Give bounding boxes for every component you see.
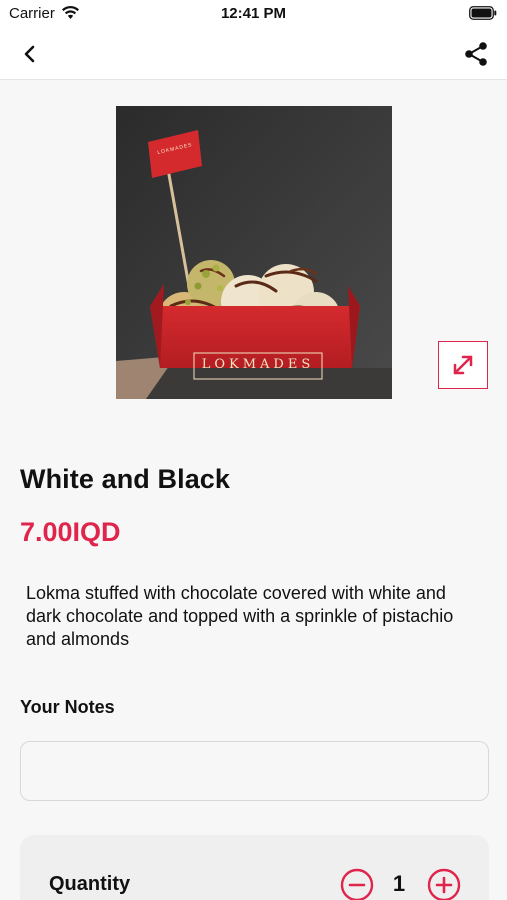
- battery-icon: [469, 6, 497, 20]
- product-image[interactable]: LOKMADES LOKMADES: [116, 106, 392, 399]
- expand-image-button[interactable]: [438, 341, 488, 389]
- product-detail-screen: Carrier 12:41 PM LOKMADES LOKMADES White…: [0, 0, 507, 900]
- product-description: Lokma stuffed with chocolate covered wit…: [26, 583, 454, 649]
- chevron-left-icon: [24, 45, 35, 63]
- box-brand-text: LOKMADES: [201, 357, 315, 372]
- status-bar: Carrier 12:41 PM: [0, 0, 507, 28]
- navigation-bar: [0, 28, 507, 80]
- share-icon: [465, 42, 487, 66]
- decrease-quantity-button[interactable]: [340, 868, 374, 900]
- quantity-label: Quantity: [49, 873, 131, 895]
- back-button[interactable]: [14, 38, 46, 70]
- status-time: 12:41 PM: [220, 5, 287, 22]
- product-price: 7.00IQD: [20, 517, 121, 547]
- quantity-value: 1: [392, 871, 406, 896]
- increase-quantity-button[interactable]: [427, 868, 461, 900]
- notes-input[interactable]: [20, 741, 489, 801]
- quantity-card: Quantity 1: [20, 835, 489, 900]
- share-button[interactable]: [459, 38, 493, 70]
- expand-arrows-icon: [453, 355, 473, 375]
- product-title: White and Black: [20, 464, 231, 494]
- notes-label: Your Notes: [20, 697, 115, 717]
